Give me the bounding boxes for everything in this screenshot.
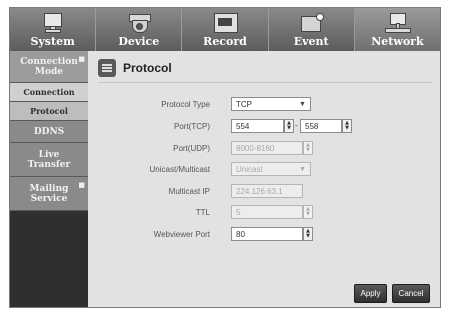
tab-event[interactable]: Event <box>268 8 355 51</box>
protocol-type-value: TCP <box>236 99 252 109</box>
sidebar-item-label: DDNS <box>33 126 65 137</box>
port-tcp-to-input[interactable]: 558 <box>300 119 342 133</box>
port-tcp-label: Port(TCP) <box>174 122 210 131</box>
divider <box>98 82 432 83</box>
tab-label: Network <box>371 35 424 48</box>
sidebar-item-label: Mailing Service <box>29 183 69 204</box>
ttl-value: 5 <box>236 207 241 217</box>
apply-button[interactable]: Apply <box>354 284 387 303</box>
multicast-ip-label: Multicast IP <box>168 187 210 196</box>
port-tcp-from-stepper[interactable]: ▲ ▼ <box>284 119 294 133</box>
port-udp-row: Port(UDP) 8000-8160 ▲ ▼ <box>88 140 440 157</box>
chevron-down-icon: ▼ <box>299 101 306 108</box>
tab-device[interactable]: Device <box>96 8 183 51</box>
ttl-input[interactable]: 5 <box>231 205 303 219</box>
multicast-ip-row: Multicast IP 224.126.63.1 <box>88 183 440 200</box>
sidebar-item-protocol[interactable]: Protocol <box>10 102 88 121</box>
tab-system[interactable]: System <box>10 8 97 51</box>
protocol-type-label: Protocol Type <box>161 100 210 109</box>
monitor-icon <box>37 12 69 34</box>
multicast-ip-input[interactable]: 224.126.63.1 <box>231 184 303 198</box>
settings-window: System Device Record Event Network Conne… <box>9 7 441 308</box>
range-dash: - <box>295 121 298 130</box>
sidebar-item-label: Protocol <box>30 106 68 116</box>
port-tcp-row: Port(TCP) 554 ▲ ▼ - 558 ▲ ▼ <box>88 118 440 135</box>
unicast-multicast-value: Unicast <box>236 164 263 174</box>
sidebar-item-connection[interactable]: Connection <box>10 83 88 102</box>
tab-record[interactable]: Record <box>182 8 269 51</box>
tab-label: Event <box>293 35 329 48</box>
port-udp-value: 8000-8160 <box>236 143 275 153</box>
webviewer-port-label: Webviewer Port <box>153 230 210 239</box>
webviewer-port-stepper[interactable]: ▲ ▼ <box>303 227 313 241</box>
corner-mark: ■ <box>78 54 85 63</box>
sidebar-item-label: Connection Mode <box>20 56 78 77</box>
port-udp-label: Port(UDP) <box>173 144 210 153</box>
tab-label: Record <box>203 35 247 48</box>
multicast-ip-value: 224.126.63.1 <box>236 186 283 196</box>
port-udp-stepper[interactable]: ▲ ▼ <box>303 141 313 155</box>
sidebar-item-label: Connection <box>23 87 75 97</box>
content-panel: Protocol Protocol Type TCP ▼ Port(TCP) 5… <box>88 51 440 307</box>
port-tcp-from-value: 554 <box>236 121 250 131</box>
webviewer-port-row: Webviewer Port 80 ▲ ▼ <box>88 226 440 243</box>
unicast-multicast-select[interactable]: Unicast ▼ <box>231 162 311 176</box>
event-icon <box>295 12 327 34</box>
top-tab-bar: System Device Record Event Network <box>10 8 441 51</box>
tab-label: Device <box>118 35 160 48</box>
chevron-down-icon: ▼ <box>299 166 306 173</box>
page-header: Protocol <box>98 57 172 79</box>
sidebar-item-ddns[interactable]: DDNS <box>10 121 88 143</box>
cancel-button[interactable]: Cancel <box>392 284 430 303</box>
ttl-row: TTL 5 ▲ ▼ <box>88 204 440 221</box>
unicast-multicast-row: Unicast/Multicast Unicast ▼ <box>88 161 440 178</box>
port-tcp-to-stepper[interactable]: ▲ ▼ <box>342 119 352 133</box>
record-icon <box>209 12 241 34</box>
port-udp-input[interactable]: 8000-8160 <box>231 141 303 155</box>
network-icon <box>381 12 413 34</box>
protocol-type-select[interactable]: TCP ▼ <box>231 97 311 111</box>
protocol-type-row: Protocol Type TCP ▼ <box>88 96 440 113</box>
tab-label: System <box>30 35 75 48</box>
ttl-label: TTL <box>195 208 210 217</box>
port-tcp-to-value: 558 <box>305 121 319 131</box>
webviewer-port-input[interactable]: 80 <box>231 227 303 241</box>
webviewer-port-value: 80 <box>236 229 245 239</box>
sidebar-item-label: Live Transfer <box>27 149 71 170</box>
protocol-icon <box>98 59 116 77</box>
port-tcp-from-input[interactable]: 554 <box>231 119 284 133</box>
tab-network[interactable]: Network <box>354 8 441 51</box>
ttl-stepper[interactable]: ▲ ▼ <box>303 205 313 219</box>
sidebar-item-live-transfer[interactable]: Live Transfer <box>10 143 88 177</box>
page-title: Protocol <box>123 61 172 75</box>
corner-mark: ■ <box>78 180 85 189</box>
sidebar: Connection Mode ■ Connection Protocol DD… <box>10 51 88 307</box>
sidebar-item-connection-mode[interactable]: Connection Mode ■ <box>10 51 88 83</box>
sidebar-item-mailing-service[interactable]: Mailing Service ■ <box>10 177 88 211</box>
camera-icon <box>123 12 155 34</box>
unicast-multicast-label: Unicast/Multicast <box>149 165 210 174</box>
